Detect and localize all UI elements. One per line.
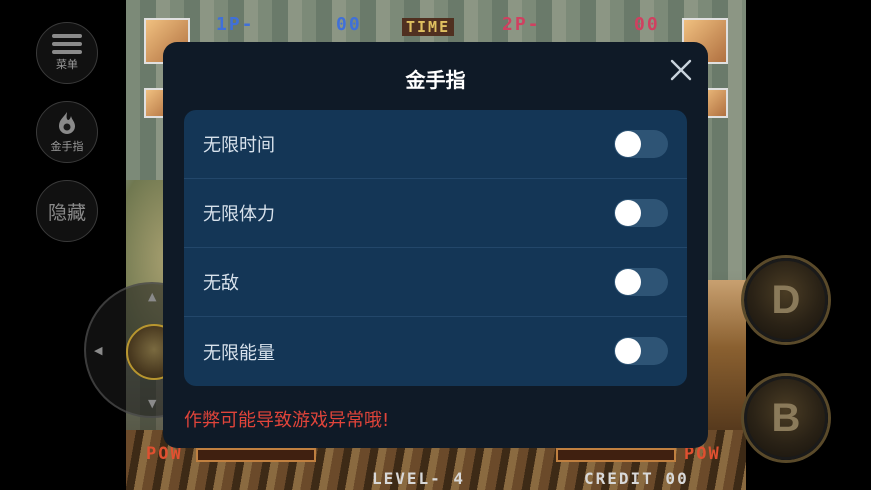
b-button-label: B — [771, 395, 801, 440]
dialog-title: 金手指 — [405, 68, 466, 92]
hide-button-label: 隐藏 — [47, 201, 86, 224]
flame-icon — [59, 112, 75, 134]
d-button[interactable]: D — [744, 258, 828, 342]
dpad-up-icon: ▲ — [148, 290, 157, 303]
cheat-button[interactable]: 金手指 — [36, 101, 98, 163]
cheat-label: 无限时间 — [203, 135, 275, 156]
menu-button[interactable]: 菜单 — [36, 22, 98, 84]
cheat-toggle-invincible[interactable] — [614, 268, 668, 296]
cheat-label: 无限能量 — [203, 342, 275, 364]
pow-gauge-1p — [196, 448, 316, 462]
emulator-screen: 1P- 00 TIME 2P- 00 POW POW LEVEL- 4 CRED… — [0, 0, 871, 490]
toggle-thumb — [615, 200, 641, 226]
hud-time-label: TIME — [402, 18, 455, 36]
cheat-row-unlimited-energy: 无限能量 — [184, 317, 687, 386]
cheat-list: 无限时间 无限体力 无敌 无限能量 — [184, 110, 687, 386]
hud-2p-score: 00 — [634, 14, 660, 35]
close-icon — [670, 59, 692, 81]
cheat-dialog: 金手指 无限时间 无限体力 无敌 无限能量 作弊可能导致游戏异常哦! — [163, 42, 708, 448]
toggle-thumb — [615, 269, 641, 295]
hud-1p-label: 1P- — [216, 14, 255, 35]
cheat-toggle-unlimited-health[interactable] — [614, 199, 668, 227]
hud-credit: CREDIT 00 — [584, 469, 689, 488]
d-button-label: D — [771, 277, 801, 322]
dpad-left-icon: ◀ — [94, 344, 103, 357]
cheat-row-unlimited-health: 无限体力 — [184, 179, 687, 248]
cheat-button-label: 金手指 — [50, 140, 84, 153]
cheat-row-invincible: 无敌 — [184, 248, 687, 317]
close-button[interactable] — [667, 56, 695, 84]
dpad-down-icon: ▼ — [148, 397, 157, 410]
toggle-thumb — [615, 131, 641, 157]
cheat-toggle-unlimited-time[interactable] — [614, 130, 668, 158]
hud-2p-label: 2P- — [502, 14, 541, 35]
cheat-toggle-unlimited-energy[interactable] — [614, 337, 668, 365]
cheat-warning: 作弊可能导致游戏异常哦! — [184, 410, 390, 431]
hide-button[interactable]: 隐藏 — [36, 180, 98, 242]
menu-icon — [52, 34, 82, 54]
cheat-label: 无限体力 — [203, 204, 275, 225]
cheat-label: 无敌 — [203, 273, 239, 294]
toggle-thumb — [615, 338, 641, 364]
pow-gauge-2p — [556, 448, 676, 462]
menu-button-label: 菜单 — [56, 58, 78, 71]
b-button[interactable]: B — [744, 376, 828, 460]
cheat-row-unlimited-time: 无限时间 — [184, 110, 687, 179]
hud-1p-score: 00 — [336, 14, 362, 35]
hud-level: LEVEL- 4 — [372, 469, 466, 488]
